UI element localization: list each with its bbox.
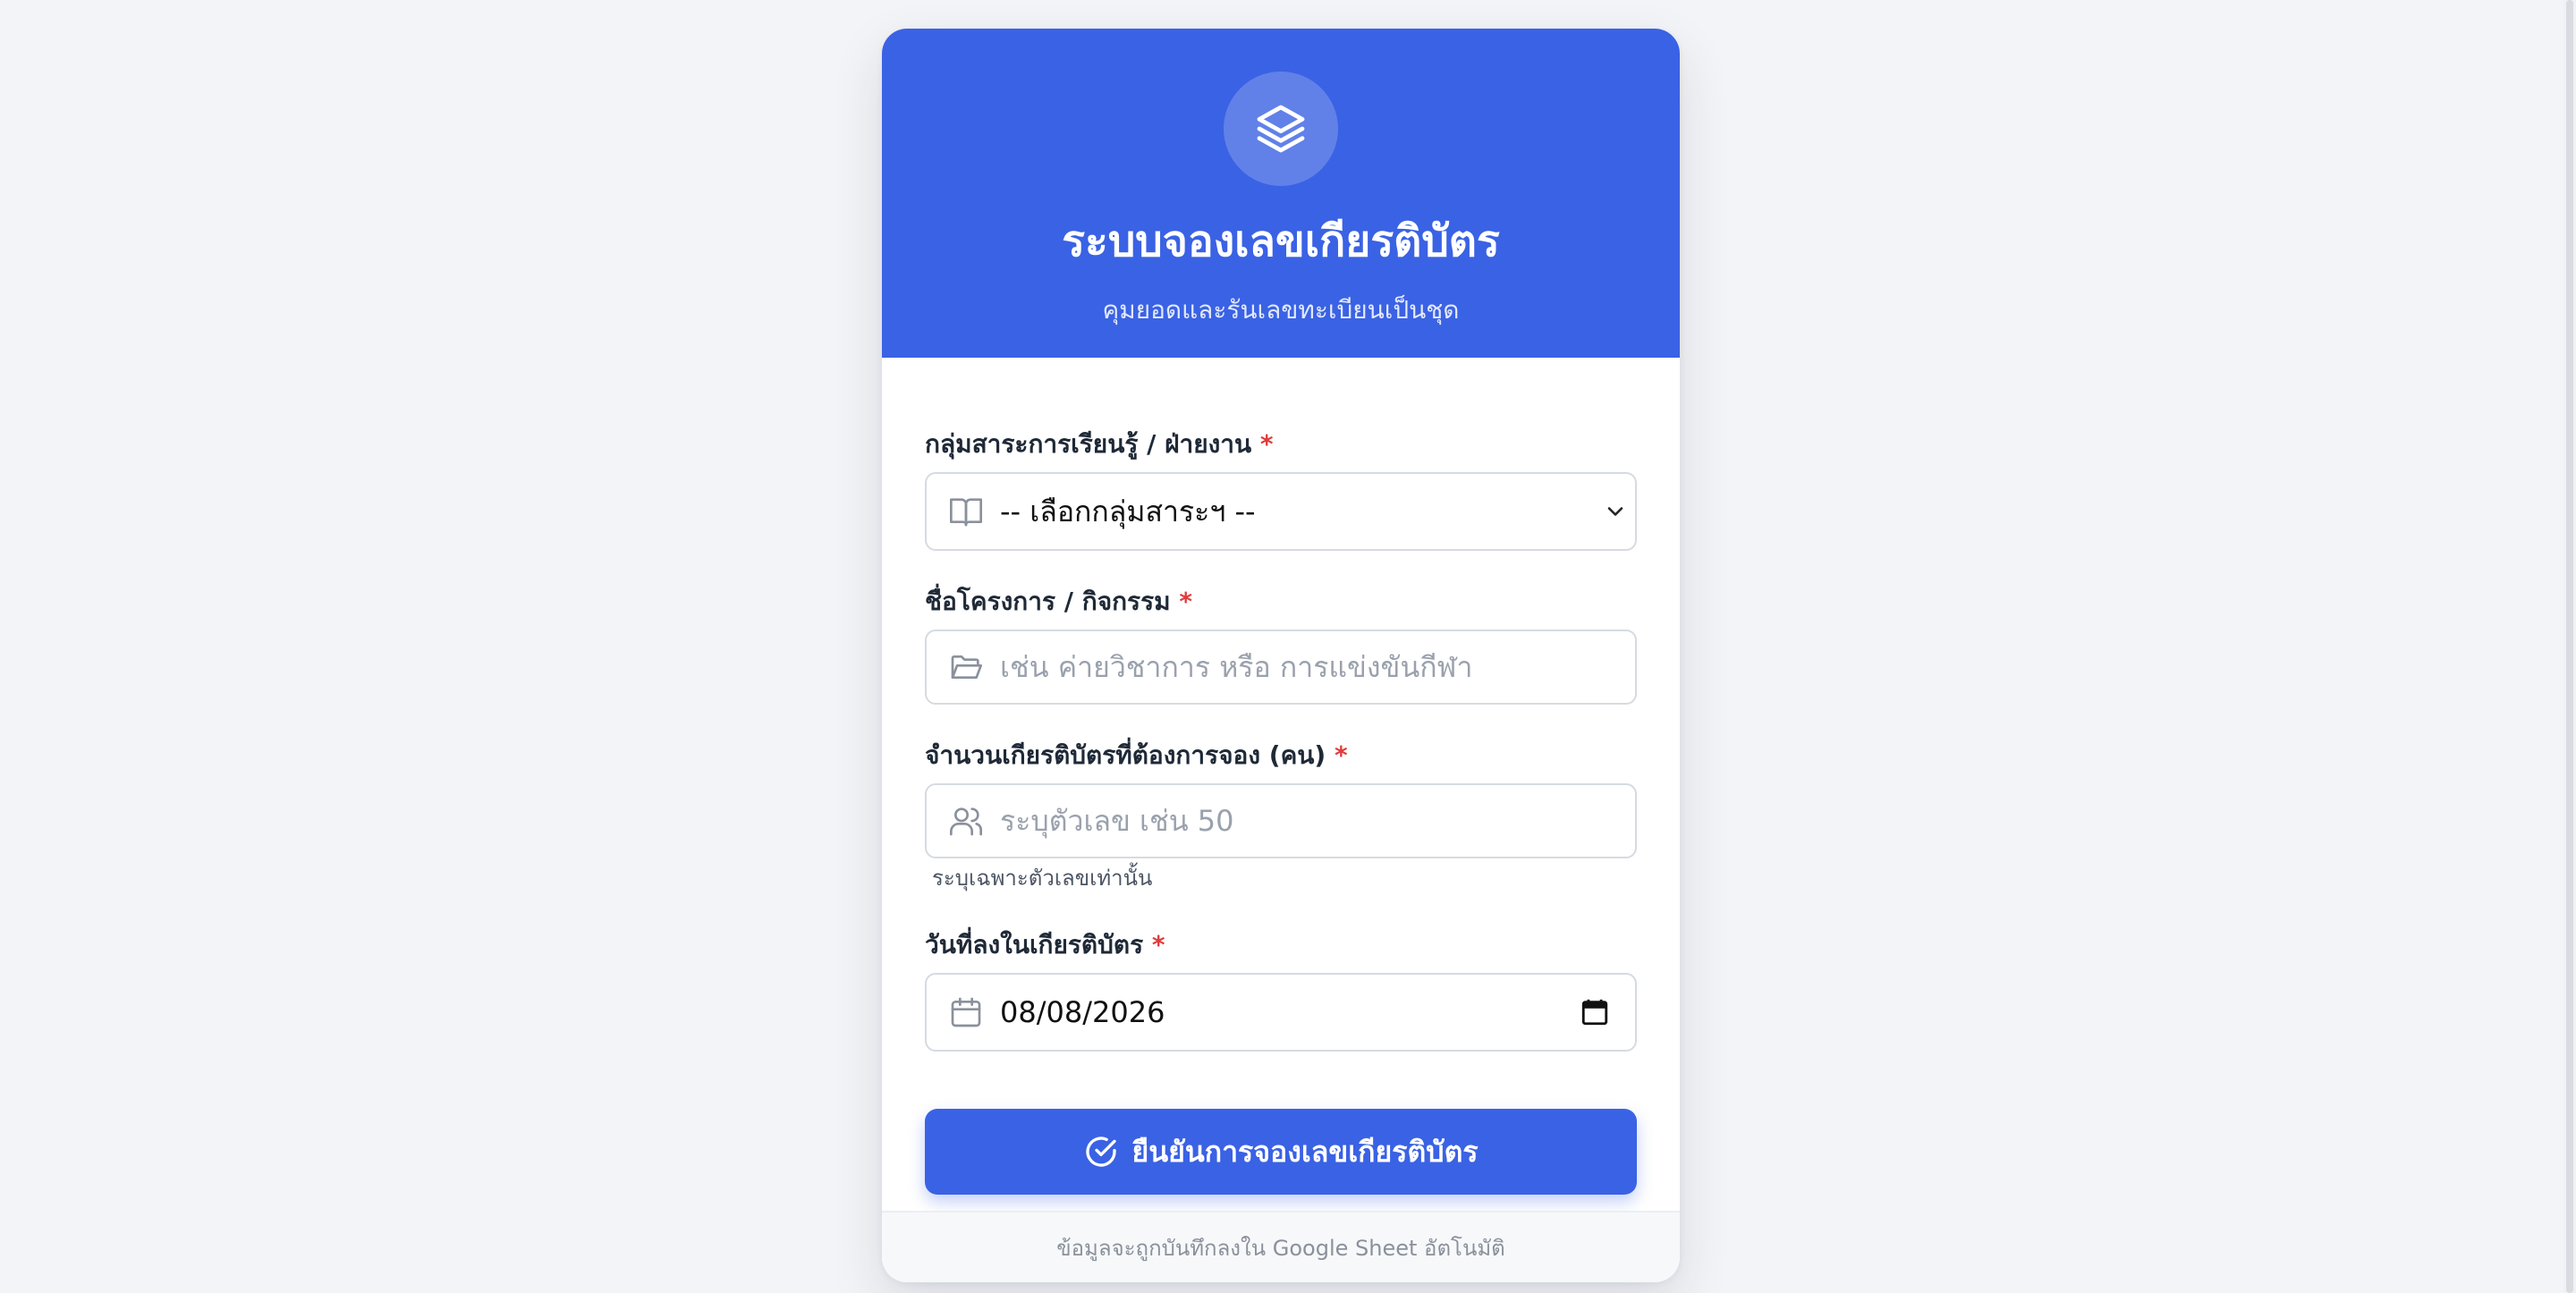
check-circle-icon — [1086, 1137, 1117, 1167]
layers-icon — [1224, 72, 1338, 186]
date-input-value: 08/08/2026 — [1000, 994, 1165, 1029]
card-header: ระบบจองเลขเกียรติบัตร คุมยอดและรันเลขทะเ… — [882, 29, 1680, 358]
required-mark: * — [1259, 429, 1274, 459]
chevron-down-icon — [1607, 507, 1623, 516]
project-input[interactable]: เช่น ค่ายวิชาการ หรือ การแข่งขันกีฬา — [925, 630, 1637, 705]
project-label: ชื่อโครงการ / กิจกรรม * — [925, 587, 1192, 617]
project-input-placeholder: เช่น ค่ายวิชาการ หรือ การแข่งขันกีฬา — [1000, 649, 1473, 684]
users-icon — [950, 807, 982, 836]
quantity-label-text: จำนวนเกียรติบัตรที่ต้องการจอง (คน) — [925, 740, 1326, 770]
required-mark: * — [1179, 587, 1192, 616]
scrollbar-thumb[interactable] — [2566, 0, 2573, 1293]
date-input[interactable]: 08/08/2026 — [925, 973, 1637, 1052]
page-scrollbar[interactable] — [2563, 0, 2576, 1293]
quantity-input[interactable]: ระบุตัวเลข เช่น 50 — [925, 783, 1637, 858]
project-label-text: ชื่อโครงการ / กิจกรรม — [925, 587, 1171, 616]
group-select-value: -- เลือกกลุ่มสาระฯ -- — [1000, 494, 1256, 528]
group-label: กลุ่มสาระการเรียนรู้ / ฝ่ายงาน * — [925, 429, 1274, 460]
submit-button-label: ยืนยันการจองเลขเกียรติบัตร — [1131, 1134, 1479, 1169]
booking-card: ระบบจองเลขเกียรติบัตร คุมยอดและรันเลขทะเ… — [882, 29, 1680, 1282]
calendar-icon — [951, 997, 981, 1027]
book-open-icon — [950, 498, 982, 527]
folder-icon — [951, 655, 982, 679]
page-title: ระบบจองเลขเกียรติบัตร — [1062, 216, 1500, 266]
required-mark: * — [1151, 930, 1165, 959]
required-mark: * — [1334, 740, 1348, 770]
date-picker-button[interactable] — [1580, 997, 1610, 1027]
footer-note: ข้อมูลจะถูกบันทึกลงใน Google Sheet อัตโน… — [1056, 1236, 1505, 1261]
date-label: วันที่ลงในเกียรติบัตร * — [925, 930, 1165, 960]
quantity-input-placeholder: ระบุตัวเลข เช่น 50 — [1000, 803, 1234, 838]
card-footer: ข้อมูลจะถูกบันทึกลงใน Google Sheet อัตโน… — [882, 1211, 1680, 1282]
submit-button[interactable]: ยืนยันการจองเลขเกียรติบัตร — [925, 1109, 1637, 1195]
quantity-label: จำนวนเกียรติบัตรที่ต้องการจอง (คน) * — [925, 740, 1348, 771]
page-subtitle: คุมยอดและรันเลขทะเบียนเป็นชุด — [1102, 295, 1460, 325]
date-label-text: วันที่ลงในเกียรติบัตร — [925, 930, 1144, 959]
quantity-hint: ระบุเฉพาะตัวเลขเท่านั้น — [932, 866, 1153, 891]
group-select[interactable]: -- เลือกกลุ่มสาระฯ -- — [925, 472, 1637, 551]
group-label-text: กลุ่มสาระการเรียนรู้ / ฝ่ายงาน — [925, 429, 1252, 459]
